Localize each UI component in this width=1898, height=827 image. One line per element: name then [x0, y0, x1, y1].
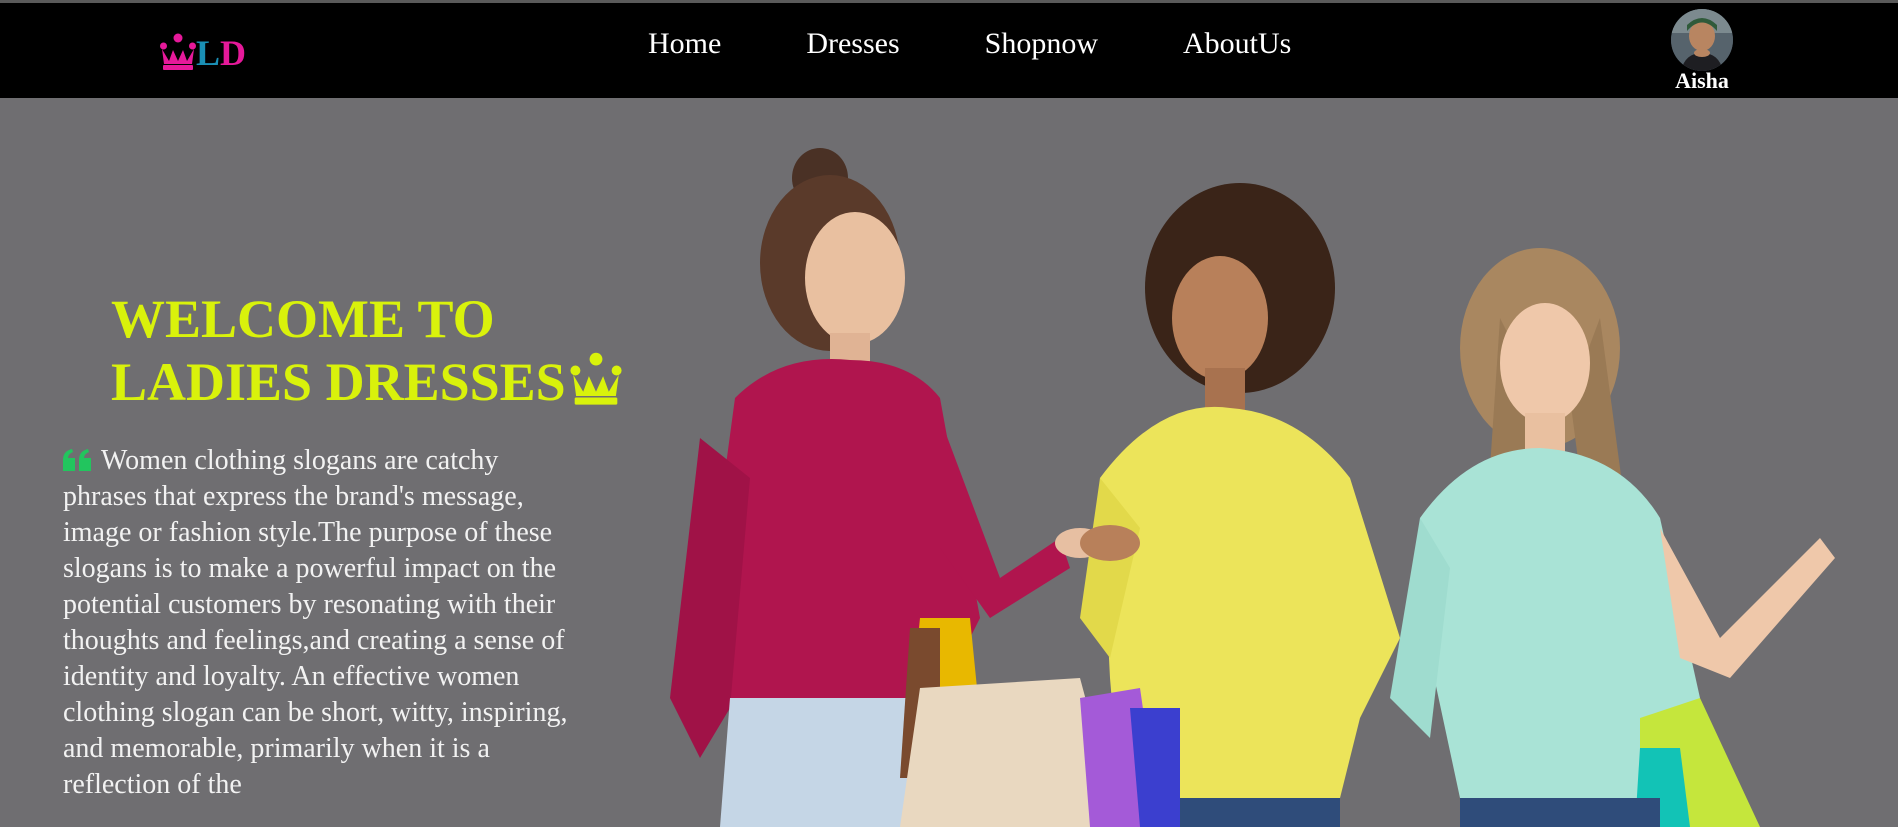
crown-icon	[570, 352, 622, 405]
hero-section: WELCOME TO LADIES DRESSES Women clothing…	[0, 98, 1898, 827]
woman-right-figure	[1390, 248, 1835, 827]
main-nav: Home Dresses Shopnow AboutUs	[648, 27, 1376, 61]
crown-icon	[160, 33, 196, 70]
navbar: LD Home Dresses Shopnow AboutUs Aisha	[0, 3, 1898, 98]
hero-title-line1: WELCOME TO	[111, 289, 495, 349]
brand-logo-text: LD	[196, 35, 246, 71]
hero-title: WELCOME TO LADIES DRESSES	[111, 288, 671, 414]
nav-dresses[interactable]: Dresses	[806, 27, 899, 61]
avatar[interactable]	[1671, 9, 1733, 71]
logo-letter-d: D	[220, 33, 247, 73]
logo-letter-l: L	[196, 33, 221, 73]
user-profile[interactable]: Aisha	[1665, 9, 1739, 93]
nav-home[interactable]: Home	[648, 27, 721, 61]
nav-aboutus[interactable]: AboutUs	[1183, 27, 1291, 61]
username: Aisha	[1675, 68, 1729, 93]
quote-left-icon	[63, 449, 91, 471]
brand-logo[interactable]: LD	[160, 27, 246, 71]
hero-description-block: Women clothing slogans are catchy phrase…	[63, 443, 583, 803]
nav-shopnow[interactable]: Shopnow	[985, 27, 1098, 61]
hero-description: Women clothing slogans are catchy phrase…	[63, 445, 568, 800]
hero-title-line2-wrap: LADIES DRESSES	[111, 351, 671, 414]
hero-image-women-shopping	[670, 148, 1835, 827]
woman-middle-figure	[900, 183, 1400, 827]
avatar-photo	[1671, 9, 1733, 71]
hero-title-line2: LADIES DRESSES	[111, 352, 566, 412]
